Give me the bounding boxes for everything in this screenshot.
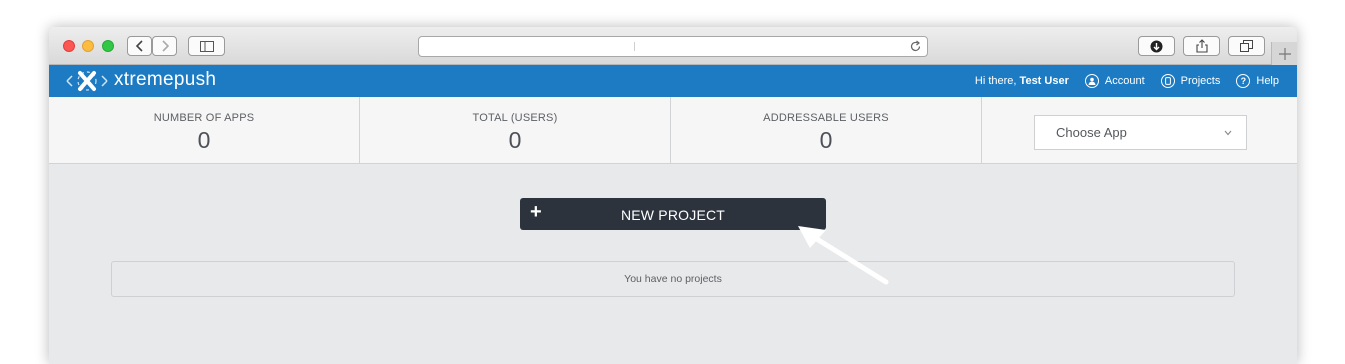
help-label: Help	[1256, 75, 1279, 87]
stat-label: TOTAL (USERS)	[472, 112, 558, 124]
stats-bar: NUMBER OF APPS 0 TOTAL (USERS) 0 ADDRESS…	[49, 97, 1297, 164]
new-tab-button[interactable]	[1271, 42, 1297, 65]
stat-label: NUMBER OF APPS	[153, 112, 255, 124]
user-name: Test User	[1019, 75, 1069, 87]
brand-name[interactable]: xtremepush	[114, 69, 216, 91]
help-icon: ?	[1236, 74, 1251, 88]
account-label: Account	[1104, 75, 1145, 87]
empty-projects-message: You have no projects	[111, 261, 1235, 297]
greeting-text: Hi there,	[974, 75, 1020, 87]
new-project-button[interactable]: + NEW PROJECT	[520, 198, 826, 230]
choose-app-select[interactable]: Choose App	[1034, 115, 1247, 150]
navbar-right: Hi there, Test User Account Projects ? H…	[975, 65, 1297, 97]
greeting: Hi there, Test User	[975, 75, 1069, 87]
forward-button[interactable]	[152, 36, 177, 56]
back-icon	[135, 40, 143, 52]
plus-icon	[1278, 47, 1291, 60]
main-content: + NEW PROJECT You have no projects	[49, 164, 1297, 364]
sidebar-icon	[199, 40, 214, 52]
xtremepush-logo-icon[interactable]	[65, 70, 109, 92]
download-icon	[1150, 40, 1163, 52]
share-icon	[1195, 39, 1208, 53]
stat-value: 0	[819, 127, 833, 153]
stat-label: ADDRESSABLE USERS	[763, 112, 889, 124]
sidebar-toggle-button[interactable]	[188, 36, 225, 56]
projects-label: Projects	[1180, 75, 1221, 87]
browser-toolbar	[49, 27, 1297, 65]
stat-value: 0	[508, 127, 522, 153]
show-tabs-button[interactable]	[1228, 36, 1265, 56]
close-window-button[interactable]	[63, 40, 75, 52]
share-button[interactable]	[1183, 36, 1220, 56]
stat-addressable-users: ADDRESSABLE USERS 0	[671, 97, 982, 163]
reload-icon[interactable]	[909, 40, 922, 53]
choose-app-placeholder: Choose App	[1056, 125, 1127, 140]
help-link[interactable]: ? Help	[1236, 74, 1279, 88]
pointer-arrow-annotation	[798, 226, 889, 285]
stat-total-users: TOTAL (USERS) 0	[360, 97, 671, 163]
projects-link[interactable]: Projects	[1160, 74, 1221, 88]
forward-icon	[161, 40, 169, 52]
stat-value: 0	[197, 127, 211, 153]
user-icon	[1084, 74, 1099, 88]
account-link[interactable]: Account	[1084, 74, 1145, 88]
zoom-window-button[interactable]	[102, 40, 114, 52]
new-project-label: NEW PROJECT	[620, 207, 726, 223]
tabs-icon	[1240, 40, 1253, 52]
stat-number-of-apps: NUMBER OF APPS 0	[49, 97, 360, 163]
app-navbar: xtremepush Hi there, Test User Account P…	[49, 65, 1297, 97]
back-button[interactable]	[127, 36, 152, 56]
address-bar[interactable]	[418, 36, 928, 57]
minimize-window-button[interactable]	[82, 40, 94, 52]
downloads-button[interactable]	[1138, 36, 1175, 56]
phone-icon	[1160, 74, 1175, 88]
browser-window: xtremepush Hi there, Test User Account P…	[49, 27, 1297, 364]
chevron-down-icon	[1224, 130, 1232, 136]
text-cursor	[634, 42, 635, 51]
